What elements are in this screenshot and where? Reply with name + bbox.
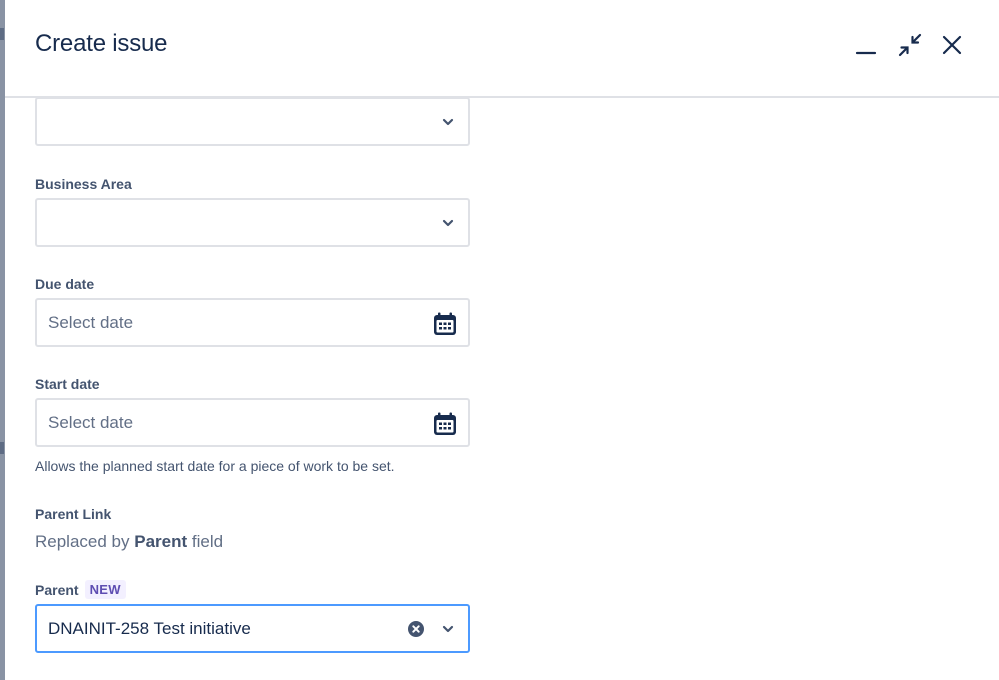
due-date-placeholder: Select date	[48, 313, 134, 332]
close-icon	[942, 35, 962, 55]
clear-icon[interactable]	[408, 621, 424, 637]
top-select[interactable]	[35, 97, 470, 146]
chevron-down-icon	[442, 219, 454, 227]
business-area-label: Business Area	[35, 176, 132, 192]
start-date-help-text: Allows the planned start date for a piec…	[35, 458, 395, 474]
business-area-select[interactable]	[35, 198, 470, 247]
background-glyph	[0, 442, 4, 454]
chevron-down-icon	[442, 118, 454, 126]
parent-select[interactable]: DNAINIT-258 Test initiative	[35, 604, 470, 653]
calendar-icon[interactable]	[432, 311, 458, 337]
calendar-icon[interactable]	[432, 411, 458, 437]
replaced-suffix: field	[187, 532, 224, 551]
chevron-down-icon[interactable]	[442, 623, 454, 635]
collapse-arrows-icon	[898, 33, 922, 57]
minimize-icon	[855, 51, 877, 55]
background-glyph	[0, 28, 4, 40]
minimize-button[interactable]	[851, 30, 881, 60]
due-date-picker[interactable]: Select date	[35, 298, 470, 347]
start-date-picker[interactable]: Select date	[35, 398, 470, 447]
parent-link-label: Parent Link	[35, 506, 112, 522]
modal-title: Create issue	[35, 30, 168, 57]
create-issue-modal: Create issue Business Area Due date Sele…	[5, 0, 999, 680]
new-badge: NEW	[84, 580, 126, 599]
parent-label: Parent NEW	[35, 580, 126, 599]
replaced-prefix: Replaced by	[35, 532, 135, 551]
start-date-label: Start date	[35, 376, 100, 392]
collapse-button[interactable]	[895, 30, 925, 60]
parent-value: DNAINIT-258 Test initiative	[48, 619, 251, 638]
close-button[interactable]	[937, 30, 967, 60]
parent-link-replaced-text: Replaced by Parent field	[35, 532, 223, 552]
start-date-placeholder: Select date	[48, 413, 134, 432]
replaced-bold: Parent	[134, 532, 188, 551]
modal-header: Create issue	[5, 0, 999, 98]
parent-label-text: Parent	[35, 582, 79, 598]
due-date-label: Due date	[35, 276, 95, 292]
